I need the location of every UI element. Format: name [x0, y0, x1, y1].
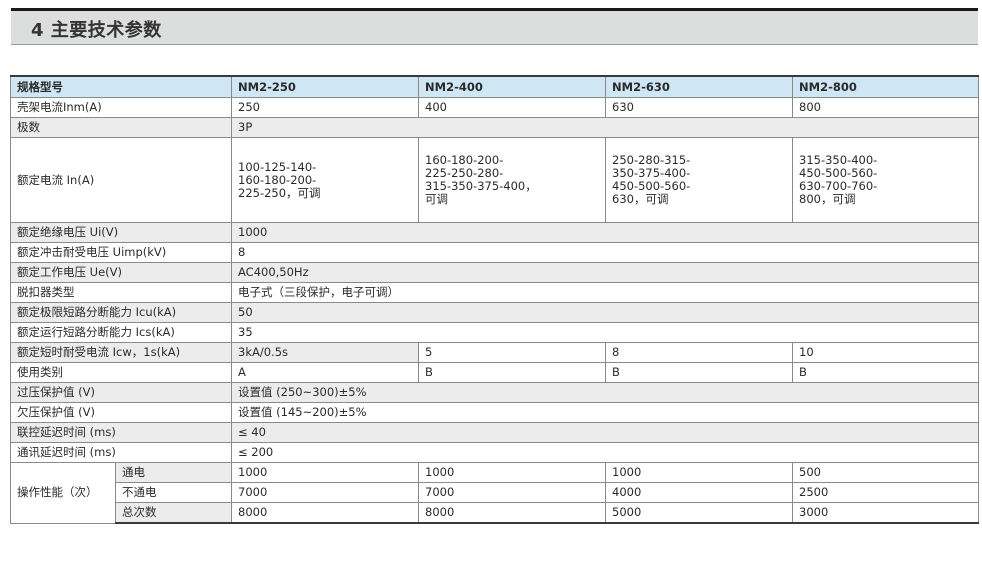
table-row: 额定绝缘电压 Ui(V) 1000	[10, 222, 979, 243]
row-label: 额定电流 In(A)	[10, 137, 232, 223]
cell-value: 设置值 (145~200)±5%	[231, 402, 979, 423]
cell-value: 35	[231, 322, 979, 343]
row-label: 额定极限短路分断能力 Icu(kA)	[10, 302, 232, 323]
cell-value: 1000	[231, 462, 419, 483]
cell-value: 5	[418, 342, 606, 363]
cell-value: 250	[231, 97, 419, 118]
row-label-operation: 操作性能（次）	[10, 462, 116, 524]
row-label: 极数	[10, 117, 232, 138]
cell-value-multiline: 315-350-400- 450-500-560- 630-700-760- 8…	[792, 137, 979, 223]
cell-value: 7000	[418, 482, 606, 503]
cell-line: 可调	[425, 192, 448, 206]
header-model-250: NM2-250	[231, 75, 419, 98]
row-sublabel: 通电	[115, 462, 232, 483]
cell-value: 400	[418, 97, 606, 118]
table-row: 额定工作电压 Ue(V) AC400,50Hz	[10, 262, 979, 283]
table-header-row: 规格型号 NM2-250 NM2-400 NM2-630 NM2-800	[10, 75, 979, 98]
cell-value: 1000	[231, 222, 979, 243]
section-title-bar: 4 主要技术参数	[11, 8, 978, 45]
header-model-800: NM2-800	[792, 75, 979, 98]
cell-value: B	[605, 362, 793, 383]
row-label: 欠压保护值 (V)	[10, 402, 232, 423]
cell-value: 1000	[605, 462, 793, 483]
table-row: 不通电 7000 7000 4000 2500	[11, 482, 979, 503]
row-label: 额定短时耐受电流 Icw，1s(kA)	[10, 342, 232, 363]
row-label: 额定绝缘电压 Ui(V)	[10, 222, 232, 243]
row-label: 额定工作电压 Ue(V)	[10, 262, 232, 283]
row-label: 额定运行短路分断能力 Ics(kA)	[10, 322, 232, 343]
cell-value-multiline: 100-125-140- 160-180-200- 225-250，可调	[231, 137, 419, 223]
cell-value-multiline: 160-180-200- 225-250-280- 315-350-375-40…	[418, 137, 606, 223]
cell-value: 4000	[605, 482, 793, 503]
table-row: 额定短时耐受电流 Icw，1s(kA) 3kA/0.5s 5 8 10	[10, 342, 979, 363]
table-row: 过压保护值 (V) 设置值 (250~300)±5%	[10, 382, 979, 403]
row-sublabel: 总次数	[115, 502, 232, 524]
header-model-label: 规格型号	[10, 75, 232, 98]
row-label: 壳架电流Inm(A)	[10, 97, 232, 118]
cell-value: 8	[605, 342, 793, 363]
table-row: 额定运行短路分断能力 Ics(kA) 35	[10, 322, 979, 343]
cell-value: 800	[792, 97, 979, 118]
cell-value: 电子式（三段保护，电子可调）	[231, 282, 979, 303]
cell-value: 8000	[418, 502, 606, 524]
cell-value: 8	[231, 242, 979, 263]
header-model-400: NM2-400	[418, 75, 606, 98]
table-row: 壳架电流Inm(A) 250 400 630 800	[10, 97, 979, 118]
cell-value: 500	[792, 462, 979, 483]
cell-line: 315-350-375-400，	[425, 179, 537, 193]
cell-line: 630，可调	[612, 192, 669, 206]
table-row: 通讯延迟时间 (ms) ≤ 200	[10, 442, 979, 463]
row-label: 通讯延迟时间 (ms)	[10, 442, 232, 463]
table-row: 操作性能（次） 通电 1000 1000 1000 500	[10, 462, 979, 524]
header-model-630: NM2-630	[605, 75, 793, 98]
table-row: 额定电流 In(A) 100-125-140- 160-180-200- 225…	[10, 137, 979, 223]
cell-value: 3P	[231, 117, 979, 138]
cell-value: ≤ 200	[231, 442, 979, 463]
cell-value-multiline: 250-280-315- 350-375-400- 450-500-560- 6…	[605, 137, 793, 223]
row-label: 使用类别	[10, 362, 232, 383]
cell-value: ≤ 40	[231, 422, 979, 443]
row-sublabel: 不通电	[115, 482, 232, 503]
row-label: 额定冲击耐受电压 Uimp(kV)	[10, 242, 232, 263]
table-row: 总次数 8000 8000 5000 3000	[11, 502, 979, 524]
row-label: 过压保护值 (V)	[10, 382, 232, 403]
cell-line: 800，可调	[799, 192, 856, 206]
cell-value: 3000	[792, 502, 979, 524]
table-row: 脱扣器类型 电子式（三段保护，电子可调）	[10, 282, 979, 303]
table-row: 联控延迟时间 (ms) ≤ 40	[10, 422, 979, 443]
cell-value: AC400,50Hz	[231, 262, 979, 283]
table-row: 额定极限短路分断能力 Icu(kA) 50	[10, 302, 979, 323]
cell-value: 3kA/0.5s	[231, 342, 419, 363]
row-label: 脱扣器类型	[10, 282, 232, 303]
cell-value: 630	[605, 97, 793, 118]
cell-line: 160-180-200-	[238, 172, 317, 187]
cell-value: 10	[792, 342, 979, 363]
cell-value: 50	[231, 302, 979, 323]
cell-value: B	[792, 362, 979, 383]
cell-value: 设置值 (250~300)±5%	[231, 382, 979, 403]
spec-table: 规格型号 NM2-250 NM2-400 NM2-630 NM2-800 壳架电…	[10, 75, 979, 524]
cell-value: 2500	[792, 482, 979, 503]
cell-line: 100-125-140-	[238, 159, 317, 174]
section-title: 4 主要技术参数	[31, 20, 162, 41]
cell-value: 1000	[418, 462, 606, 483]
cell-value: A	[231, 362, 419, 383]
cell-value: B	[418, 362, 606, 383]
table-row: 使用类别 A B B B	[10, 362, 979, 383]
cell-line: 225-250，可调	[238, 185, 321, 200]
cell-value: 8000	[231, 502, 419, 524]
table-row: 极数 3P	[10, 117, 979, 138]
cell-value: 7000	[231, 482, 419, 503]
row-label: 联控延迟时间 (ms)	[10, 422, 232, 443]
table-row: 欠压保护值 (V) 设置值 (145~200)±5%	[10, 402, 979, 423]
table-row: 额定冲击耐受电压 Uimp(kV) 8	[10, 242, 979, 263]
cell-value: 5000	[605, 502, 793, 524]
